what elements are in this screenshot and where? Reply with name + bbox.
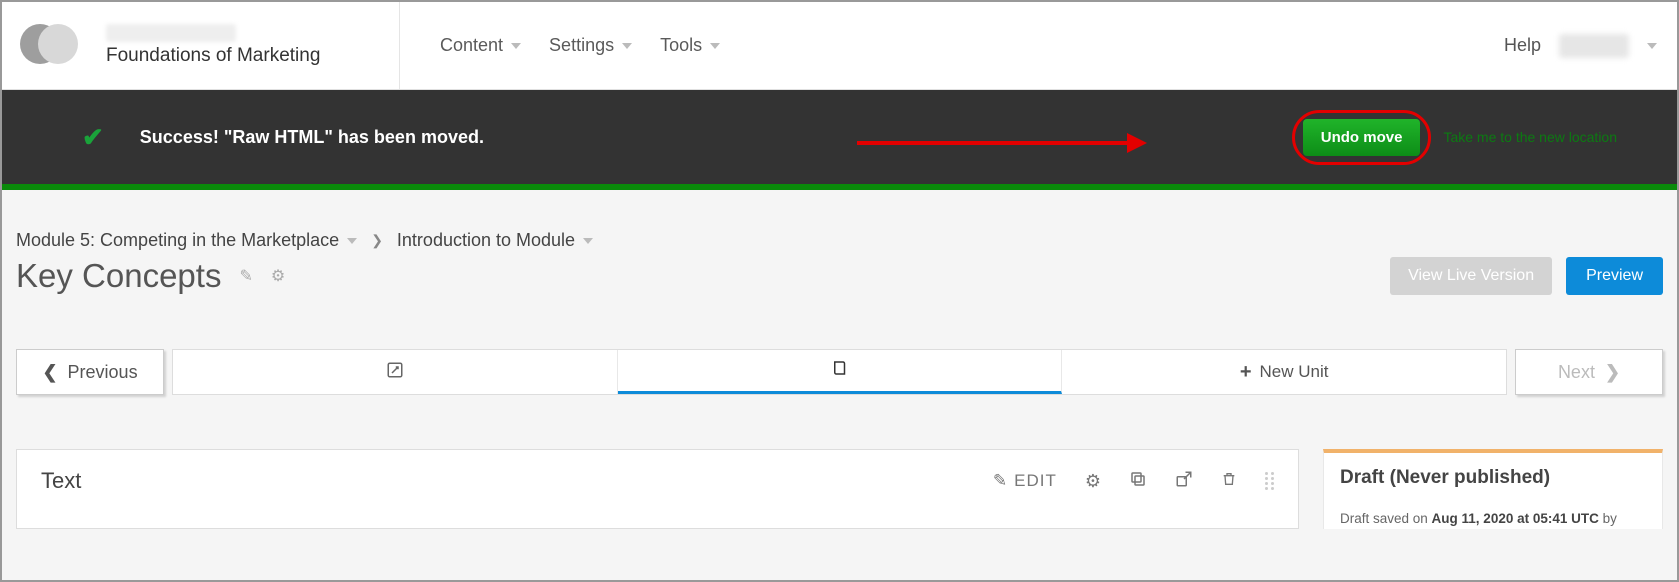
- annotation-highlight: Undo move: [1292, 110, 1432, 165]
- breadcrumb-intro[interactable]: Introduction to Module: [397, 230, 593, 251]
- success-notification: ✔ Success! "Raw HTML" has been moved. Un…: [2, 90, 1677, 190]
- drag-handle-icon[interactable]: [1265, 472, 1274, 490]
- chevron-down-icon: [1647, 43, 1657, 49]
- title-row: Key Concepts ✎ ⚙ View Live Version Previ…: [16, 257, 1663, 295]
- tab-new-unit[interactable]: + New Unit: [1062, 350, 1506, 394]
- obscured-text: [106, 24, 236, 42]
- notification-actions: Undo move Take me to the new location: [1292, 110, 1617, 165]
- breadcrumb-module[interactable]: Module 5: Competing in the Marketplace: [16, 230, 357, 251]
- course-block: Foundations of Marketing: [20, 2, 400, 89]
- unit-tabs: + New Unit: [172, 349, 1507, 395]
- new-unit-label: New Unit: [1260, 362, 1329, 382]
- help-link[interactable]: Help: [1504, 35, 1541, 56]
- next-button[interactable]: Next ❯: [1515, 349, 1663, 395]
- breadcrumb-module-label: Module 5: Competing in the Marketplace: [16, 230, 339, 251]
- chevron-down-icon: [511, 43, 521, 49]
- edit-button[interactable]: ✎ EDIT: [993, 471, 1057, 491]
- draft-saved-date: Aug 11, 2020 at 05:41 UTC: [1432, 511, 1599, 526]
- course-name: Foundations of Marketing: [106, 45, 320, 67]
- nav-tools-label: Tools: [660, 35, 702, 56]
- page-title: Key Concepts: [16, 257, 221, 295]
- plus-icon: +: [1240, 361, 1252, 384]
- chevron-down-icon: [347, 238, 357, 244]
- user-menu[interactable]: [1559, 34, 1629, 58]
- chevron-down-icon: [583, 238, 593, 244]
- nav-content[interactable]: Content: [440, 35, 521, 56]
- breadcrumb-separator-icon: ❯: [371, 232, 383, 249]
- pencil-icon: ✎: [993, 471, 1008, 491]
- breadcrumb: Module 5: Competing in the Marketplace ❯…: [16, 230, 1663, 251]
- component-header: Text ✎ EDIT ⚙: [41, 468, 1274, 494]
- tab-book[interactable]: [618, 350, 1063, 394]
- move-icon[interactable]: [1175, 470, 1193, 493]
- component-title: Text: [41, 468, 81, 494]
- annotation-arrow: [857, 130, 1137, 156]
- preview-button[interactable]: Preview: [1566, 257, 1663, 295]
- next-label: Next: [1558, 362, 1595, 383]
- gear-icon[interactable]: ⚙: [1085, 471, 1101, 492]
- nav-content-label: Content: [440, 35, 503, 56]
- notification-message: Success! "Raw HTML" has been moved.: [140, 127, 484, 148]
- course-title-block: Foundations of Marketing: [106, 24, 320, 67]
- previous-label: Previous: [68, 362, 138, 383]
- edit-label: EDIT: [1014, 471, 1057, 491]
- undo-move-button[interactable]: Undo move: [1303, 119, 1421, 156]
- pencil-square-icon: [386, 361, 404, 384]
- breadcrumb-intro-label: Introduction to Module: [397, 230, 575, 251]
- draft-panel: Draft (Never published) Draft saved on A…: [1323, 449, 1663, 529]
- main-content: Module 5: Competing in the Marketplace ❯…: [2, 190, 1677, 529]
- draft-status-title: Draft (Never published): [1340, 467, 1646, 489]
- draft-saved-prefix: Draft saved on: [1340, 511, 1432, 526]
- unit-pager: ❮ Previous + New Unit Next ❯: [16, 349, 1663, 395]
- title-actions: View Live Version Preview: [1390, 257, 1663, 295]
- book-icon: [831, 359, 849, 382]
- content-area: Text ✎ EDIT ⚙: [16, 449, 1663, 529]
- take-me-link[interactable]: Take me to the new location: [1443, 129, 1617, 145]
- logo-icon: [20, 22, 78, 70]
- view-live-button: View Live Version: [1390, 257, 1552, 295]
- tab-edit[interactable]: [173, 350, 618, 394]
- nav-settings[interactable]: Settings: [549, 35, 632, 56]
- chevron-right-icon: ❯: [1605, 362, 1620, 383]
- text-component: Text ✎ EDIT ⚙: [16, 449, 1299, 529]
- chevron-down-icon: [710, 43, 720, 49]
- nav-tools[interactable]: Tools: [660, 35, 720, 56]
- nav-settings-label: Settings: [549, 35, 614, 56]
- previous-button[interactable]: ❮ Previous: [16, 349, 164, 395]
- settings-gear-icon[interactable]: ⚙: [271, 266, 285, 286]
- header-right: Help: [1504, 34, 1657, 58]
- trash-icon[interactable]: [1221, 470, 1237, 493]
- copy-icon[interactable]: [1129, 470, 1147, 493]
- top-nav: Content Settings Tools: [400, 35, 1504, 56]
- edit-title-icon[interactable]: ✎: [239, 266, 252, 286]
- draft-saved-meta: Draft saved on Aug 11, 2020 at 05:41 UTC…: [1340, 511, 1646, 526]
- check-icon: ✔: [82, 122, 104, 153]
- app-header: Foundations of Marketing Content Setting…: [2, 2, 1677, 90]
- draft-saved-suffix: by: [1599, 511, 1617, 526]
- chevron-left-icon: ❮: [42, 362, 57, 383]
- component-actions: ✎ EDIT ⚙: [993, 470, 1274, 493]
- chevron-down-icon: [622, 43, 632, 49]
